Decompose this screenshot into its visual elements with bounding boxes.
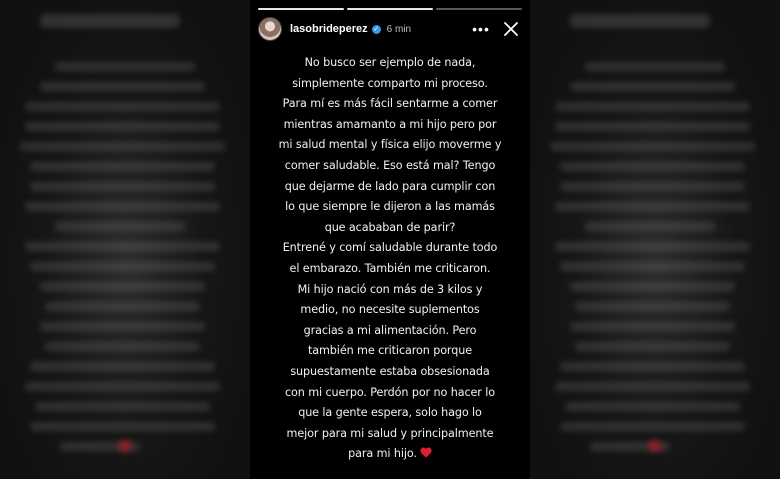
story-text-line: Mi hijo nació con más de 3 kilos y xyxy=(297,282,483,296)
blurred-text-line xyxy=(560,362,745,371)
story-viewer[interactable]: lasobrideperez ✓ 6 min ••• No busco ser … xyxy=(250,0,530,479)
progress-segment xyxy=(258,8,344,10)
blurred-header xyxy=(570,14,710,28)
blurred-text-line xyxy=(30,162,215,171)
viewport: lasobrideperez ✓ 6 min ••• No busco ser … xyxy=(0,0,780,479)
blurred-heart xyxy=(118,440,132,452)
blurred-text-line xyxy=(555,122,750,131)
story-text-line: Entrené y comí saludable durante todo xyxy=(282,241,498,255)
story-text-line: mi salud mental y física elijo moverme y xyxy=(278,138,502,152)
blurred-text-line xyxy=(30,262,215,271)
blurred-text-line xyxy=(40,322,205,331)
blurred-text-line xyxy=(35,402,210,411)
blurred-text-line xyxy=(555,382,750,391)
blurred-text-line xyxy=(25,382,220,391)
story-text-line: Para mí es más fácil sentarme a comer xyxy=(282,97,498,111)
story-progress-bar xyxy=(258,8,522,10)
story-text-line: que la gente espera, solo hago lo xyxy=(298,406,482,420)
story-text-last-line: para mi hijo. xyxy=(264,444,516,465)
blurred-text-line xyxy=(570,82,735,91)
story-text-line: que dejarme de lado para cumplir con xyxy=(284,179,496,193)
blurred-text-line xyxy=(45,302,200,311)
progress-segment xyxy=(347,8,433,10)
username[interactable]: lasobrideperez xyxy=(290,23,368,35)
story-text-line: medio, no necesite suplementos xyxy=(300,303,480,317)
story-text-line: mejor para mi salud y principalmente xyxy=(286,426,494,440)
blurred-text-line xyxy=(25,242,220,251)
close-icon-glyph xyxy=(504,22,518,36)
story-text-line: que acababan de parir? xyxy=(324,220,456,234)
story-text-line: gracias a mi alimentación. Pero xyxy=(303,323,477,337)
blurred-text-line xyxy=(25,122,220,131)
blurred-text-line xyxy=(585,62,725,71)
blurred-text-line xyxy=(565,402,740,411)
story-text-line: simplemente comparto mi proceso. xyxy=(292,76,488,90)
blurred-header xyxy=(40,14,180,28)
close-icon[interactable] xyxy=(500,18,522,40)
heart-icon xyxy=(420,447,432,458)
blurred-text-line xyxy=(30,362,215,371)
blurred-text-line xyxy=(45,342,200,351)
blurred-text-line xyxy=(550,142,755,151)
avatar[interactable] xyxy=(258,17,282,41)
blurred-text-line xyxy=(40,82,205,91)
blurred-text-line xyxy=(25,202,220,211)
blurred-text-line xyxy=(555,102,750,111)
blurred-text-line xyxy=(575,342,730,351)
blurred-text-line xyxy=(570,322,735,331)
blurred-text-line xyxy=(30,422,215,431)
blurred-text-line xyxy=(560,182,745,191)
blurred-text-line xyxy=(575,302,730,311)
blurred-text-line xyxy=(25,102,220,111)
story-text-line: mientras amamanto a mi hijo pero por xyxy=(283,117,497,131)
story-text-line: también me criticaron porque xyxy=(307,344,473,358)
blurred-text-line xyxy=(560,262,745,271)
blurred-text-line xyxy=(585,222,715,231)
story-text-line: No busco ser ejemplo de nada, xyxy=(304,56,476,69)
verified-badge-icon: ✓ xyxy=(371,24,381,34)
story-text-line: lo que siempre le dijeron a las mamás xyxy=(285,200,495,214)
blurred-text-line xyxy=(570,282,735,291)
blurred-text-line xyxy=(55,222,185,231)
blurred-text-line xyxy=(555,202,750,211)
blurred-text-line xyxy=(55,62,195,71)
story-text: No busco ser ejemplo de nada, simplement… xyxy=(264,53,516,465)
more-options-icon[interactable]: ••• xyxy=(470,21,492,37)
blurred-text-line xyxy=(555,242,750,251)
story-text-line: para mi hijo. xyxy=(348,447,417,461)
blurred-text-line xyxy=(20,142,225,151)
story-text-line: el embarazo. También me criticaron. xyxy=(289,261,491,275)
blurred-background-left xyxy=(0,0,250,479)
blurred-text-line xyxy=(30,182,215,191)
blurred-text-line xyxy=(560,422,745,431)
post-time: 6 min xyxy=(386,23,412,35)
progress-segment xyxy=(436,8,522,10)
story-header: lasobrideperez ✓ 6 min ••• xyxy=(258,16,522,42)
blurred-background-right xyxy=(530,0,780,479)
story-text-line: comer saludable. Eso está mal? Tengo xyxy=(284,158,496,172)
blurred-heart xyxy=(648,440,662,452)
story-text-line: supuestamente estaba obsesionada xyxy=(290,364,490,378)
blurred-text-line xyxy=(560,162,745,171)
story-text-line: con mi cuerpo. Perdón por no hacer lo xyxy=(285,385,495,399)
blurred-text-line xyxy=(40,282,205,291)
